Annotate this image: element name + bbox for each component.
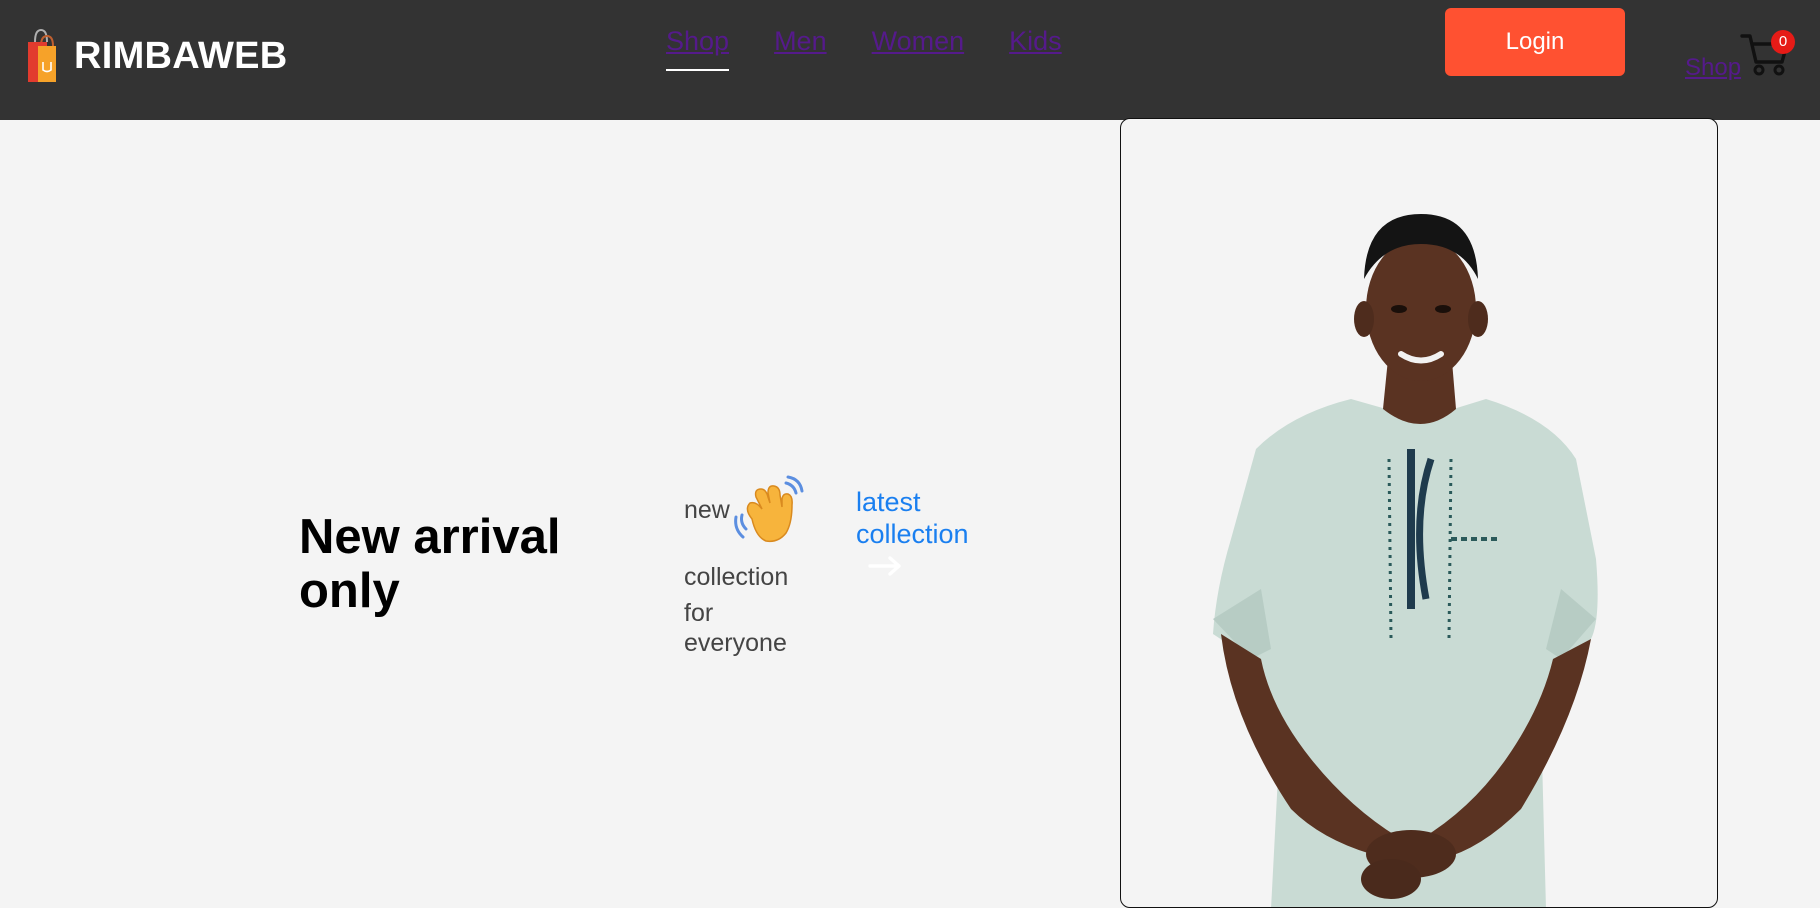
nav-item-kids[interactable]: Kids: [1009, 26, 1062, 71]
cart-shop-link[interactable]: Shop: [1685, 54, 1741, 82]
tagline-new: new: [684, 495, 730, 524]
waving-hand-icon: [734, 475, 804, 543]
nav-item-shop[interactable]: Shop: [666, 26, 730, 71]
brand-name: RIMBAWEB: [74, 34, 288, 77]
hero-tagline: new collection for everyone: [684, 470, 844, 658]
nav-item-men[interactable]: Men: [774, 26, 827, 71]
cart-count-badge: 0: [1771, 30, 1795, 54]
latest-collection-link[interactable]: latest collection: [856, 486, 996, 550]
nav-item-women[interactable]: Women: [872, 26, 965, 71]
tagline-for: for: [684, 599, 714, 627]
shopping-bag-icon: [28, 28, 56, 82]
model-photo: [1213, 214, 1598, 907]
brand-logo[interactable]: RIMBAWEB: [26, 28, 288, 84]
login-button[interactable]: Login: [1445, 8, 1625, 76]
arrow-right-icon[interactable]: [868, 550, 904, 580]
main-nav: Shop Men Women Kids: [666, 26, 1062, 71]
top-navbar: RIMBAWEB Shop Men Women Kids Login Shop …: [0, 0, 1820, 120]
hero-title: New arrival only: [299, 510, 561, 618]
hero-image-card: [1120, 118, 1718, 908]
tagline-collection: collection: [684, 563, 789, 591]
tagline-everyone: everyone: [684, 629, 787, 657]
